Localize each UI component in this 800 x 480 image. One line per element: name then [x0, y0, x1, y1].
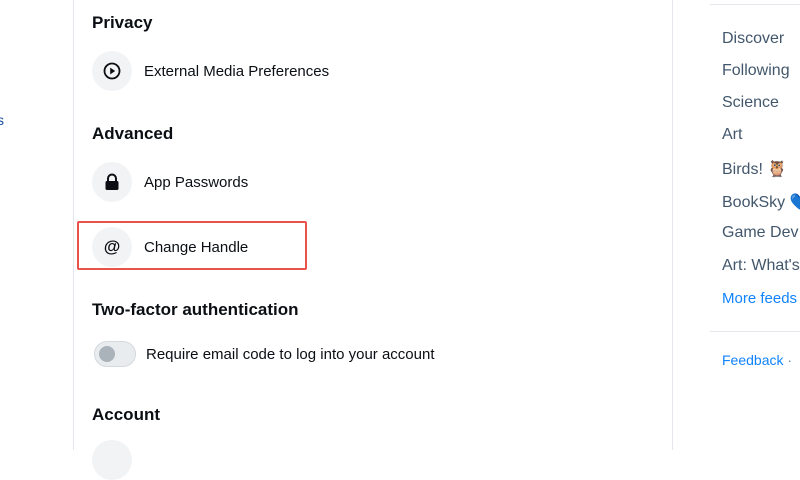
- feed-link-art-whats[interactable]: Art: What's: [722, 257, 800, 275]
- external-media-label: External Media Preferences: [144, 62, 330, 80]
- feed-link-art[interactable]: Art: [722, 126, 742, 144]
- section-title-two-factor: Two-factor authentication: [92, 300, 299, 319]
- account-row-icon: [92, 440, 132, 480]
- section-title-account: Account: [92, 405, 160, 424]
- app-passwords-label: App Passwords: [144, 173, 249, 191]
- email-2fa-toggle-row[interactable]: Require email code to log into your acco…: [94, 341, 435, 367]
- main-column-right-border: [672, 0, 673, 450]
- lock-icon: [92, 162, 132, 202]
- feedback-link[interactable]: Feedback: [722, 352, 783, 368]
- footer-links: Feedback ·: [722, 352, 792, 368]
- feed-link-game-dev[interactable]: Game Dev: [722, 224, 798, 242]
- footer-separator: ·: [787, 352, 793, 368]
- email-2fa-toggle[interactable]: [94, 341, 136, 367]
- change-handle-highlight-box: [77, 221, 307, 270]
- section-title-advanced: Advanced: [92, 124, 174, 143]
- email-2fa-label: Require email code to log into your acco…: [146, 345, 435, 363]
- feed-link-booksky[interactable]: BookSky 💙: [722, 192, 800, 212]
- app-passwords-button[interactable]: App Passwords: [92, 162, 248, 202]
- feed-link-birds[interactable]: Birds! 🦉: [722, 159, 787, 179]
- sidebar-bottom-divider: [710, 331, 800, 332]
- external-media-preferences-button[interactable]: External Media Preferences: [92, 51, 329, 91]
- toggle-knob: [99, 346, 115, 362]
- sidebar-top-divider: [710, 4, 800, 5]
- left-nav-fragment-icon: s: [0, 112, 4, 128]
- section-title-privacy: Privacy: [92, 13, 153, 32]
- main-column-left-border: [73, 0, 74, 450]
- feed-link-science[interactable]: Science: [722, 94, 779, 112]
- play-circle-icon: [92, 51, 132, 91]
- feed-link-following[interactable]: Following: [722, 62, 790, 80]
- more-feeds-link[interactable]: More feeds: [722, 290, 797, 307]
- feed-link-discover[interactable]: Discover: [722, 30, 784, 48]
